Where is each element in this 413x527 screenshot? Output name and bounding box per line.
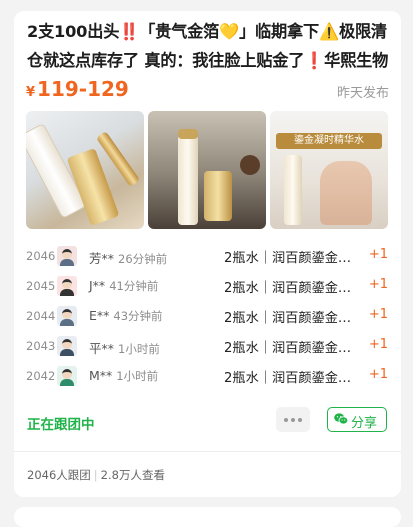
stats-separator: | bbox=[93, 468, 98, 482]
more-dots-icon bbox=[284, 418, 288, 422]
next-card[interactable] bbox=[14, 507, 401, 527]
order-item: 2瓶水｜润百颜鎏金凝时 bbox=[224, 341, 354, 356]
buyer-name: M** bbox=[89, 368, 113, 383]
wechat-icon bbox=[334, 413, 348, 425]
joined-count: 2046人跟团 bbox=[27, 468, 91, 482]
bottle-cap bbox=[178, 129, 198, 139]
photo-strip: 鎏金凝时精华水 bbox=[26, 111, 388, 229]
photo-caption: 鎏金凝时精华水 bbox=[276, 133, 382, 149]
bottle-shape bbox=[284, 155, 302, 225]
buyer: M** 1小时前 bbox=[89, 368, 158, 384]
buyer: E** 43分钟前 bbox=[89, 308, 163, 324]
buyer-name: J** bbox=[89, 278, 106, 293]
order-item: 2瓶水｜润百颜鎏金凝时 bbox=[224, 251, 354, 266]
product-photo-1[interactable] bbox=[26, 111, 144, 229]
stats-line: 2046人跟团 | 2.8万人查看 bbox=[27, 467, 165, 483]
hand-shape bbox=[320, 161, 372, 225]
order-index: 2046 bbox=[26, 249, 56, 263]
buyer: 平** 1小时前 bbox=[89, 338, 160, 357]
buyer-name: 芳** bbox=[89, 251, 115, 266]
post-title[interactable]: 2支100出头‼️「贵气金箔💛」临期拿下⚠️极限清仓就这点库存了 真的：我往脸上… bbox=[27, 17, 389, 75]
view-count: 2.8万人查看 bbox=[100, 468, 165, 482]
share-label: 分享 bbox=[351, 416, 378, 431]
order-qty: +1 bbox=[368, 367, 388, 382]
avatar bbox=[57, 366, 77, 386]
order-row[interactable]: 2045 J** 41分钟前 2瓶水｜润百颜鎏金凝时 +1 bbox=[26, 273, 388, 303]
price-value: 119-129 bbox=[37, 77, 129, 101]
more-button[interactable] bbox=[276, 407, 310, 432]
order-index: 2042 bbox=[26, 369, 56, 383]
product-photo-2[interactable] bbox=[148, 111, 266, 229]
order-time: 41分钟前 bbox=[109, 279, 159, 293]
share-button[interactable]: 分享 bbox=[327, 407, 387, 432]
avatar bbox=[57, 336, 77, 356]
product-photo-3[interactable]: 鎏金凝时精华水 bbox=[270, 111, 388, 229]
order-list: 2046 芳** 26分钟前 2瓶水｜润百颜鎏金凝时 +1 2045 J** 41分… bbox=[26, 243, 388, 393]
order-time: 1小时前 bbox=[118, 342, 160, 356]
avatar bbox=[57, 306, 77, 326]
order-item: 2瓶水｜润百颜鎏金凝时 bbox=[224, 311, 354, 326]
order-time: 1小时前 bbox=[116, 369, 159, 383]
pinecone-shape bbox=[240, 155, 260, 175]
bottle-shape bbox=[204, 171, 232, 221]
order-qty: +1 bbox=[368, 277, 388, 292]
divider bbox=[14, 451, 401, 452]
avatar bbox=[57, 276, 77, 296]
order-index: 2045 bbox=[26, 279, 56, 293]
bottle-shape bbox=[178, 135, 198, 225]
more-dot bbox=[298, 418, 302, 422]
order-time: 43分钟前 bbox=[113, 309, 163, 323]
order-index: 2044 bbox=[26, 309, 56, 323]
buyer: 芳** 26分钟前 bbox=[89, 248, 167, 267]
price: ¥119-129 bbox=[26, 77, 129, 101]
order-item: 2瓶水｜润百颜鎏金凝时 bbox=[224, 371, 354, 386]
buyer: J** 41分钟前 bbox=[89, 278, 158, 294]
order-qty: +1 bbox=[368, 247, 388, 262]
buyer-name: 平** bbox=[89, 341, 115, 356]
buyer-name: E** bbox=[89, 308, 110, 323]
group-buy-card[interactable]: 2支100出头‼️「贵气金箔💛」临期拿下⚠️极限清仓就这点库存了 真的：我往脸上… bbox=[14, 11, 401, 497]
following-status[interactable]: 正在跟团中 bbox=[27, 413, 95, 433]
posted-time: 昨天发布 bbox=[336, 86, 389, 101]
avatar bbox=[57, 246, 77, 266]
order-row[interactable]: 2043 平** 1小时前 2瓶水｜润百颜鎏金凝时 +1 bbox=[26, 333, 388, 363]
order-qty: +1 bbox=[368, 337, 388, 352]
more-dot bbox=[291, 418, 295, 422]
order-row[interactable]: 2046 芳** 26分钟前 2瓶水｜润百颜鎏金凝时 +1 bbox=[26, 243, 388, 273]
order-index: 2043 bbox=[26, 339, 56, 353]
order-qty: +1 bbox=[368, 307, 388, 322]
order-row[interactable]: 2042 M** 1小时前 2瓶水｜润百颜鎏金凝时 +1 bbox=[26, 363, 388, 393]
order-row[interactable]: 2044 E** 43分钟前 2瓶水｜润百颜鎏金凝时 +1 bbox=[26, 303, 388, 333]
order-item: 2瓶水｜润百颜鎏金凝时 bbox=[224, 281, 354, 296]
currency-symbol: ¥ bbox=[26, 85, 36, 100]
order-time: 26分钟前 bbox=[118, 252, 168, 266]
